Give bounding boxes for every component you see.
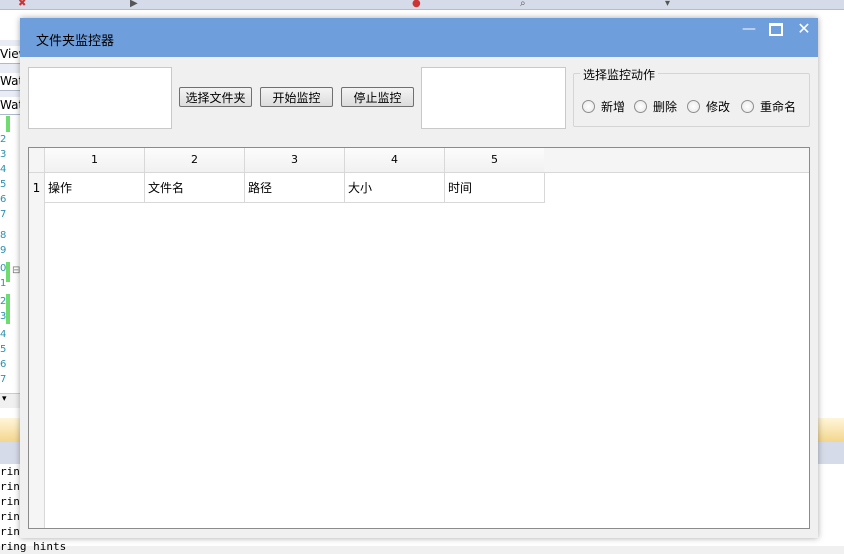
row-header-strip [29, 203, 45, 528]
line-number: 8 [0, 230, 6, 241]
radio-delete[interactable]: 删除 [634, 99, 677, 115]
chevron-down-icon: ▾ [665, 0, 671, 9]
play-icon: ▶ [130, 0, 138, 9]
row-header-1[interactable]: 1 [29, 173, 45, 204]
line-number: 5 [0, 179, 6, 190]
status-textbox[interactable] [421, 67, 566, 129]
close-icon: ✕ [797, 19, 811, 38]
window-title: 文件夹监控器 [36, 34, 115, 49]
delete-icon: ✖ [18, 0, 27, 9]
radio-circle[interactable] [582, 100, 595, 113]
ide-panel-strip [818, 442, 844, 464]
monitor-action-group-title: 选择监控动作 [580, 66, 659, 83]
ide-dropdown[interactable]: ▾ [0, 393, 22, 408]
column-header-5[interactable]: 5 [445, 148, 545, 173]
radio-modify[interactable]: 修改 [687, 99, 730, 115]
grid-cell-size[interactable]: 大小 [345, 173, 445, 203]
grid-header-empty [544, 148, 809, 173]
radio-circle[interactable] [687, 100, 700, 113]
folder-path-textbox[interactable] [28, 67, 172, 129]
ide-info-bar [0, 418, 20, 442]
stop-monitor-button[interactable]: 停止监控 [341, 87, 414, 107]
radio-label: 删除 [653, 100, 678, 114]
line-number: 4 [0, 329, 6, 340]
start-monitor-button[interactable]: 开始监控 [260, 87, 333, 107]
select-folder-button[interactable]: 选择文件夹 [179, 87, 252, 107]
event-grid[interactable]: 1 2 3 4 5 1 操作 文件名 路径 大小 时间 [28, 147, 810, 529]
maximize-icon [769, 23, 783, 36]
ide-toolbar: ✖ ▶ ● ⌕ ▾ [0, 0, 844, 10]
change-marker [6, 262, 10, 282]
radio-label: 新增 [601, 100, 626, 114]
radio-circle[interactable] [741, 100, 754, 113]
column-header-1[interactable]: 1 [45, 148, 145, 173]
radio-add[interactable]: 新增 [582, 99, 625, 115]
ide-tab-watch-2[interactable]: Watc [0, 97, 22, 115]
line-number: 7 [0, 209, 6, 220]
line-number: 5 [0, 344, 6, 355]
radio-circle[interactable] [634, 100, 647, 113]
chevron-down-icon: ▾ [2, 394, 7, 404]
grid-cell-filename[interactable]: 文件名 [145, 173, 245, 203]
line-number: 7 [0, 374, 6, 385]
radio-rename[interactable]: 重命名 [741, 99, 796, 115]
folder-monitor-window: 文件夹监控器 — ✕ 选择文件夹 开始监控 停止监控 选择监控动作 新增 删除 … [20, 18, 818, 538]
output-line: ring hints [0, 540, 67, 553]
grid-cell-path[interactable]: 路径 [245, 173, 345, 203]
record-icon: ● [412, 0, 421, 9]
ide-tab-view[interactable]: View [0, 46, 22, 64]
change-marker [6, 116, 10, 132]
minimize-icon: — [742, 21, 756, 37]
line-number: 6 [0, 194, 6, 205]
radio-label: 修改 [706, 100, 731, 114]
minimize-button[interactable]: — [738, 20, 760, 38]
search-icon: ⌕ [520, 0, 526, 9]
grid-cell-operation[interactable]: 操作 [45, 173, 145, 203]
monitor-action-group: 选择监控动作 新增 删除 修改 重命名 [573, 66, 810, 127]
maximize-button[interactable] [764, 20, 788, 38]
ide-info-bar [818, 418, 844, 442]
column-header-4[interactable]: 4 [345, 148, 445, 173]
line-number: 4 [0, 164, 6, 175]
ide-panel-strip [0, 442, 20, 464]
column-header-2[interactable]: 2 [145, 148, 245, 173]
grid-cell-time[interactable]: 时间 [445, 173, 545, 203]
radio-label: 重命名 [760, 100, 797, 114]
title-bar[interactable]: 文件夹监控器 — ✕ [20, 18, 818, 57]
ide-left-panel: View Watc Watc [0, 40, 22, 115]
line-number: 6 [0, 359, 6, 370]
change-marker [6, 294, 10, 324]
ide-tab-watch-1[interactable]: Watc [0, 73, 22, 91]
line-number: 3 [0, 149, 6, 160]
line-number: 2 [0, 134, 6, 145]
line-number: 9 [0, 245, 6, 256]
grid-corner[interactable] [29, 148, 45, 173]
close-button[interactable]: ✕ [792, 20, 816, 38]
column-header-3[interactable]: 3 [245, 148, 345, 173]
ide-line-gutter: 2 3 4 5 6 7 8 9 0 1 2 3 4 5 6 7 [0, 116, 22, 396]
